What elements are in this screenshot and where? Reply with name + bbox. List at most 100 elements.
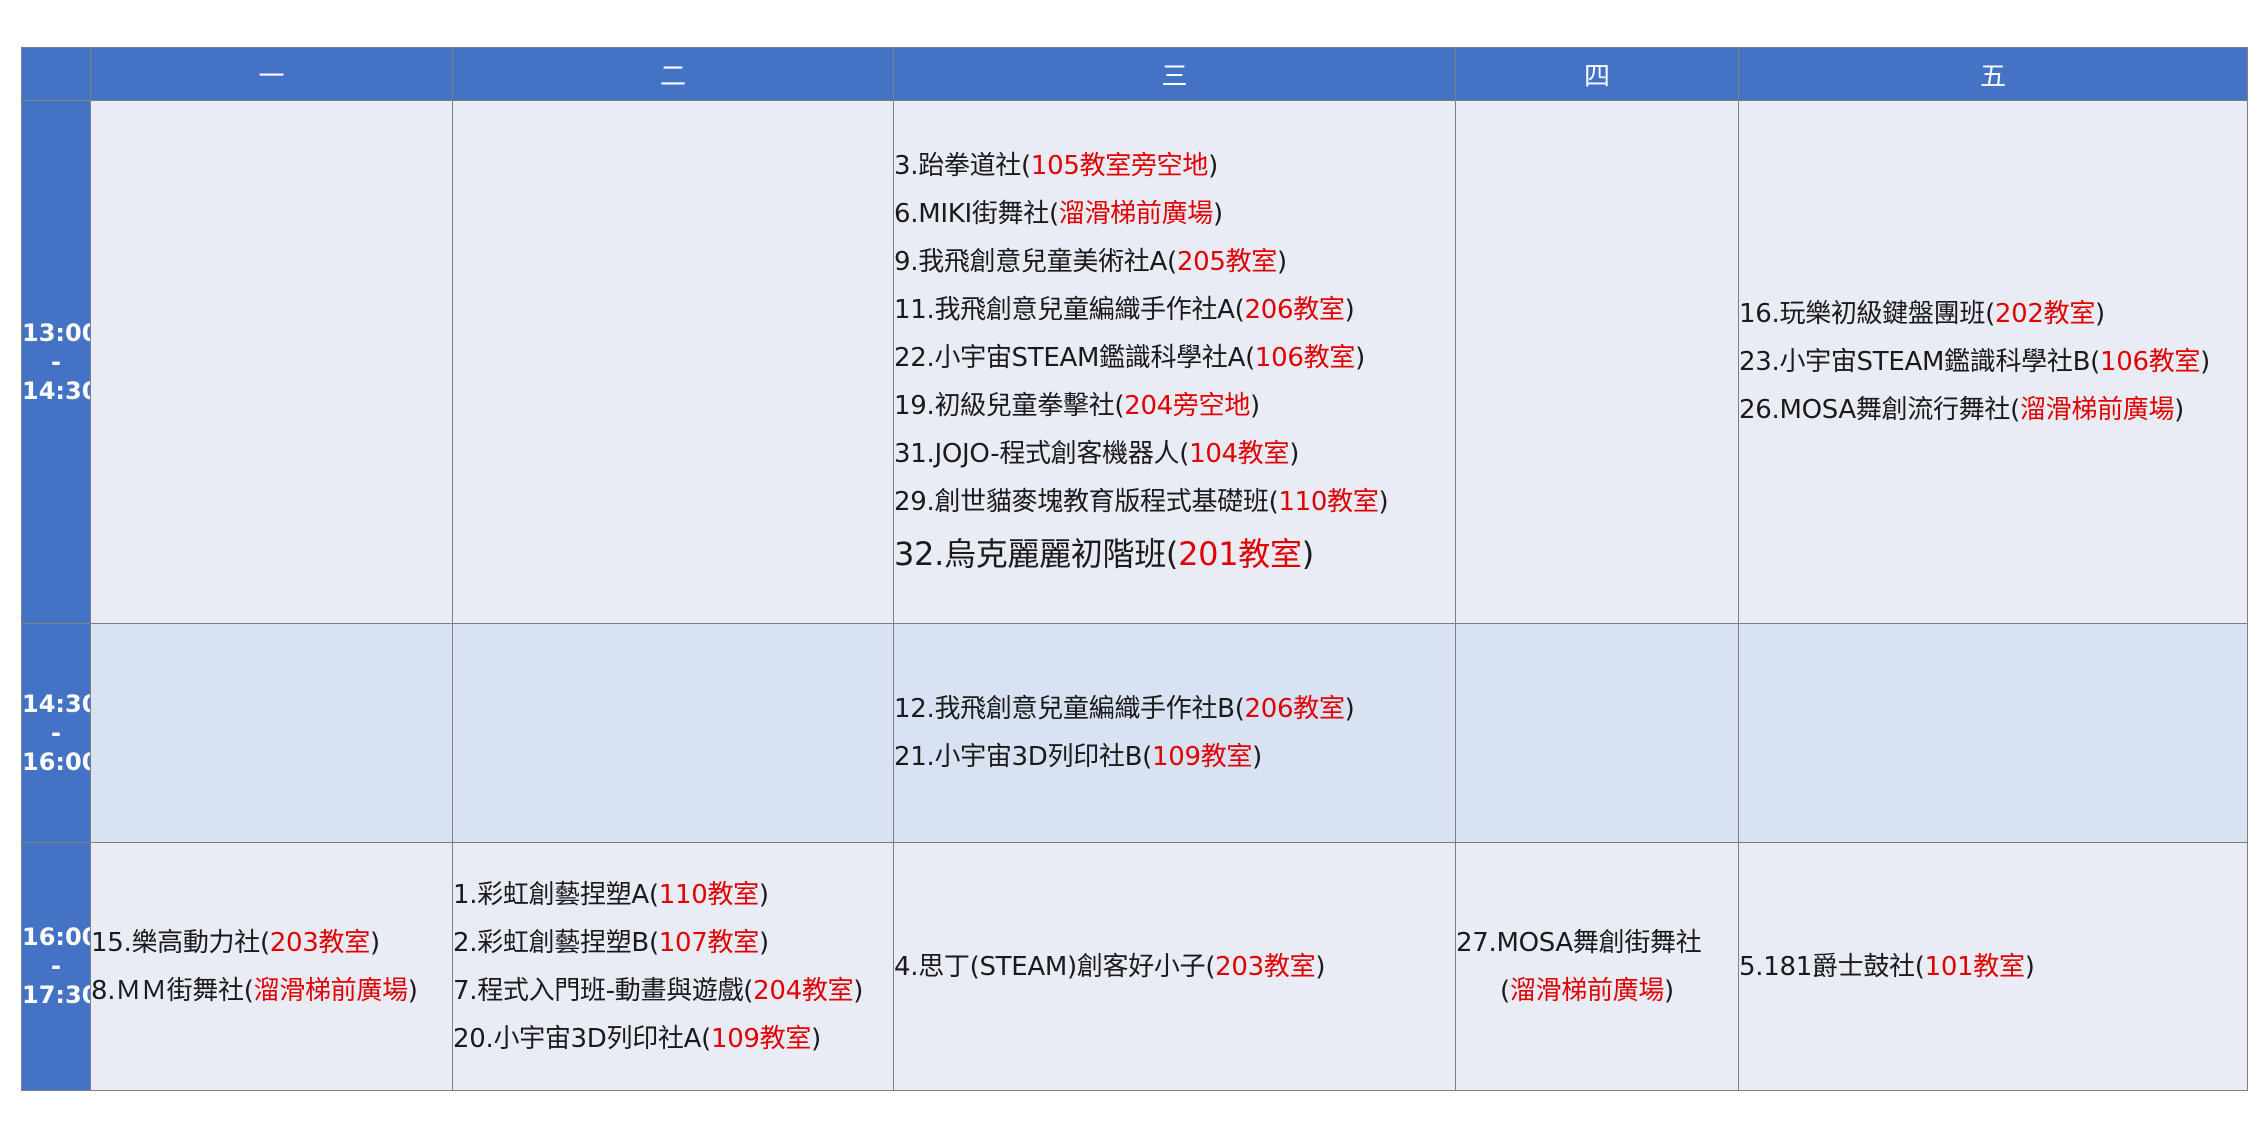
time-start: 14:30 <box>22 689 90 718</box>
club-location: 溜滑梯前廣場 <box>1058 199 1214 229</box>
schedule-cell-thu <box>1455 100 1739 624</box>
club-location: 101教室 <box>1924 951 2025 982</box>
paren-open: ( <box>1167 247 1177 277</box>
header-day-mon: 一 <box>90 47 453 101</box>
schedule-cell-tue <box>452 100 894 624</box>
club-location: 溜滑梯前廣場 <box>253 975 409 1006</box>
club-location: 105教室旁空地 <box>1030 151 1209 181</box>
time-end: 17:30 <box>22 981 90 1009</box>
paren-open: ( <box>1179 439 1190 469</box>
paren-open: ( <box>648 879 659 910</box>
paren-open: ( <box>1114 391 1125 421</box>
paren-close: ) <box>758 927 769 958</box>
club-entry: 22.小宇宙STEAM鑑識科學社A(106教室) <box>894 334 1455 382</box>
schedule-cell-wed: 12.我飛創意兒童編織手作社B(206教室) 21.小宇宙3D列印社B(109教室… <box>893 623 1456 843</box>
club-location: 106教室 <box>2099 347 2201 377</box>
paren-open: ( <box>1021 151 1031 181</box>
club-entry: 7.程式入門班-動畫與遊戲(204教室) <box>453 967 893 1015</box>
club-entry: 21.小宇宙3D列印社B(109教室) <box>894 733 1455 781</box>
paren-open: ( <box>1245 343 1255 373</box>
time-separator: - <box>51 952 61 980</box>
paren-close: ) <box>758 879 769 910</box>
schedule-cell-fri: 16.玩樂初級鍵盤團班(202教室) 23.小宇宙STEAM鑑識科學社B(106教… <box>1738 100 2248 624</box>
club-location: 205教室 <box>1176 247 1277 277</box>
club-name: 12.我飛創意兒童編織手作社B <box>894 694 1235 724</box>
header-day-thu: 四 <box>1455 47 1739 101</box>
time-start: 16:00 <box>22 923 90 951</box>
club-entry: 29.創世貓麥塊教育版程式基礎班(110教室) <box>894 478 1455 526</box>
club-name: 7.程式入門班-動畫與遊戲 <box>453 975 744 1006</box>
paren-close: ) <box>1355 343 1365 373</box>
paren-open: ( <box>259 927 270 958</box>
club-entry: 19.初級兒童拳擊社(204旁空地) <box>894 382 1455 430</box>
club-entry: 12.我飛創意兒童編織手作社B(206教室) <box>894 685 1455 733</box>
paren-close: ) <box>1344 694 1355 724</box>
paren-open: ( <box>243 975 254 1006</box>
club-location: 204教室 <box>753 975 854 1006</box>
time-start: 13:00 <box>22 318 90 347</box>
paren-open: ( <box>1985 299 1995 329</box>
club-entry: 20.小宇宙3D列印社A(109教室) <box>454 1015 893 1063</box>
paren-open: ( <box>743 975 754 1006</box>
club-location: 201教室 <box>1178 535 1302 573</box>
club-location: 109教室 <box>710 1023 812 1054</box>
club-name: 1.彩虹創藝捏塑A <box>453 879 650 910</box>
club-location: 109教室 <box>1152 742 1253 772</box>
club-name: 8.ＭＭ街舞社 <box>91 975 245 1006</box>
paren-open: ( <box>2090 347 2100 377</box>
paren-close: ) <box>1664 975 1674 1006</box>
club-name: 21.小宇宙3D列印社B <box>894 742 1143 772</box>
club-name: 32.烏克麗麗初階班 <box>894 535 1167 573</box>
club-name: 6.MIKI街舞社 <box>894 199 1050 229</box>
club-entry: 3.跆拳道社(105教室旁空地) <box>895 142 1455 190</box>
club-entry: 8.ＭＭ街舞社(溜滑梯前廣場) <box>91 967 452 1015</box>
club-name: 27.MOSA舞創街舞社 <box>1456 927 1702 958</box>
club-entry: 23.小宇宙STEAM鑑識科學社B(106教室) <box>1740 338 2247 386</box>
club-schedule-table: 一 二 三 四 五 13:00-14:303.跆拳道社(105教室旁空地)6.M… <box>21 47 2248 1091</box>
paren-close: ) <box>2174 395 2185 425</box>
time-slot: 13:00-14:30 <box>21 100 91 624</box>
paren-open: ( <box>1234 694 1245 724</box>
header-row: 一 二 三 四 五 <box>21 47 2248 101</box>
club-location: 107教室 <box>658 927 759 958</box>
paren-close: ) <box>407 975 418 1006</box>
club-location: 202教室 <box>1994 299 2096 329</box>
club-entry: 11.我飛創意兒童編織手作社A(206教室) <box>895 286 1455 334</box>
club-location: 203教室 <box>269 927 370 958</box>
schedule-row: 14:30-16:0012.我飛創意兒童編織手作社B(206教室)21.小宇宙3… <box>21 623 2248 843</box>
schedule-cell-wed: 3.跆拳道社(105教室旁空地) 6.MIKI街舞社(溜滑梯前廣場) 9.我飛創意兒… <box>893 100 1456 624</box>
club-entry: 16.玩樂初級鍵盤團班(202教室) <box>1740 290 2247 338</box>
club-name: 9.我飛創意兒童美術社A <box>894 247 1168 277</box>
club-entry: 31.JOJO-程式創客機器人(104教室) <box>895 430 1455 478</box>
club-entry: 15.樂高動力社(203教室) <box>92 919 452 967</box>
club-location: 206教室 <box>1244 295 1345 325</box>
header-corner <box>21 47 91 101</box>
schedule-body: 13:00-14:303.跆拳道社(105教室旁空地)6.MIKI街舞社(溜滑梯… <box>21 100 2248 1091</box>
paren-close: ) <box>2024 951 2035 982</box>
club-entry: 4.思丁(STEAM)創客好小子(203教室) <box>895 943 1455 991</box>
club-name: 5.181爵士鼓社 <box>1739 951 1916 982</box>
club-name: 2.彩虹創藝捏塑B <box>453 927 650 958</box>
time-separator: - <box>51 347 61 376</box>
schedule-row: 16:00-17:3015.樂高動力社(203教室)8.ＭＭ街舞社(溜滑梯前廣場… <box>21 842 2248 1091</box>
club-entry: (溜滑梯前廣場) <box>1457 967 1738 1015</box>
header-day-fri: 五 <box>1738 47 2248 101</box>
club-location: 206教室 <box>1244 694 1345 724</box>
club-entry: 2.彩虹創藝捏塑B(107教室) <box>453 919 893 967</box>
paren-close: ) <box>1315 951 1326 982</box>
club-location: 110教室 <box>1278 487 1379 517</box>
club-name: 22.小宇宙STEAM鑑識科學社A <box>894 343 1246 373</box>
club-entry: 32.烏克麗麗初階班(201教室) <box>894 526 1455 582</box>
club-name: 29.創世貓麥塊教育版程式基礎班 <box>894 487 1269 517</box>
schedule-cell-mon <box>90 100 453 624</box>
paren-close: ) <box>1276 247 1287 277</box>
header-day-tue: 二 <box>452 47 894 101</box>
club-name: 19.初級兒童拳擊社 <box>894 391 1115 421</box>
paren-open: ( <box>1165 535 1179 573</box>
paren-open: ( <box>1500 975 1510 1006</box>
club-entry: 9.我飛創意兒童美術社A(205教室) <box>894 238 1455 286</box>
club-location: 溜滑梯前廣場 <box>1509 975 1665 1006</box>
club-entry: 26.MOSA舞創流行舞社(溜滑梯前廣場) <box>1740 386 2247 434</box>
paren-open: ( <box>1048 199 1059 229</box>
time-slot: 16:00-17:30 <box>21 842 91 1091</box>
